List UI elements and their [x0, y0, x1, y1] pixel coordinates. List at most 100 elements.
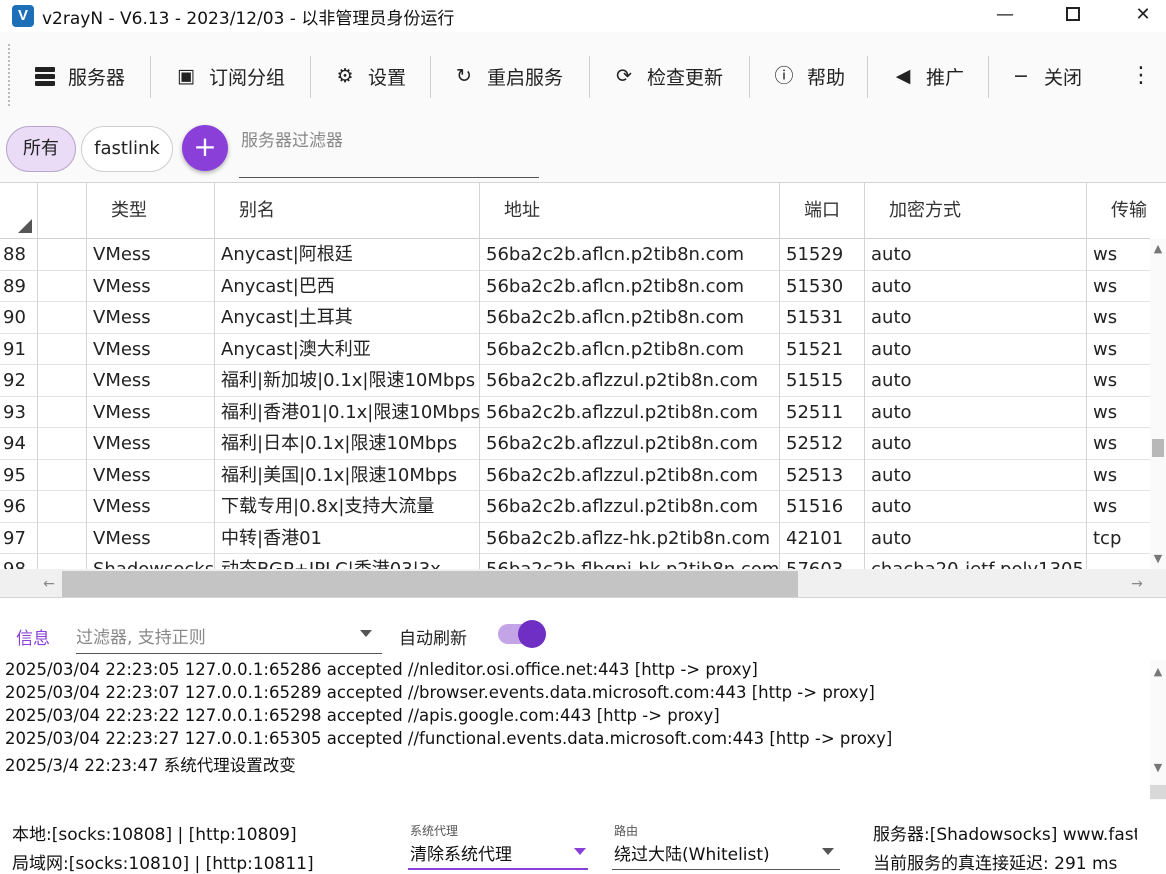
column-header-alias[interactable]: 别名	[215, 183, 480, 239]
auto-refresh-toggle[interactable]	[498, 620, 546, 648]
row-security-cell: auto	[865, 239, 1087, 271]
more-vertical-icon[interactable]: ⋮	[1130, 62, 1152, 92]
row-status-cell	[38, 333, 87, 365]
column-header-security[interactable]: 加密方式	[865, 183, 1087, 239]
log-filter-input[interactable]: 过滤器, 支持正则	[76, 618, 382, 654]
help-icon: ⓘ	[774, 65, 794, 87]
system-proxy-label: 系统代理	[410, 824, 459, 838]
select-all-corner[interactable]	[0, 183, 38, 239]
settings-button[interactable]: ⚙ 设置	[334, 52, 406, 100]
log-scroll-thumb[interactable]	[1150, 785, 1166, 799]
servers-button[interactable]: 服务器	[34, 52, 125, 100]
row-index-cell: 94	[0, 428, 38, 460]
group-chip-fastlink[interactable]: fastlink	[81, 126, 173, 172]
row-alias-cell: 下载专用|0.8x|支持大流量	[215, 491, 480, 523]
toolbar-divider	[589, 56, 590, 98]
table-row[interactable]: 90 VMess Anycast|土耳其 56ba2c2b.aflcn.p2tib8n…	[0, 302, 1150, 334]
server-table: 类型 别名 地址 端口 加密方式 传输 88 VMess Anycast|阿根廷 56…	[0, 182, 1166, 598]
gear-icon: ⚙	[336, 65, 354, 87]
group-chip-all[interactable]: 所有	[6, 126, 76, 172]
column-header-status[interactable]	[38, 183, 87, 239]
row-address-cell: 56ba2c2b.aflzz-hk.p2tib8n.com	[480, 522, 780, 554]
row-port-cell: 51530	[780, 270, 865, 302]
table-row[interactable]: 96 VMess 下载专用|0.8x|支持大流量 56ba2c2b.aflzzul.p…	[0, 491, 1150, 523]
row-port-cell: 51516	[780, 491, 865, 523]
add-group-button[interactable]: +	[182, 125, 228, 171]
routing-value: 绕过大陆(Whitelist)	[614, 845, 770, 865]
scroll-down-icon[interactable]: ▼	[1150, 551, 1166, 567]
maximize-button[interactable]	[1050, 0, 1096, 32]
row-alias-cell: 福利|美国|0.1x|限速10Mbps	[215, 459, 480, 491]
toolbar-grip[interactable]	[8, 44, 12, 106]
speaker-icon: ◀	[895, 65, 911, 87]
scroll-up-icon[interactable]: ▲	[1150, 241, 1166, 257]
close-app-button[interactable]: − 关闭	[1010, 52, 1082, 100]
table-row[interactable]: 91 VMess Anycast|澳大利亚 56ba2c2b.aflcn.p2tib8…	[0, 333, 1150, 365]
help-button[interactable]: ⓘ 帮助	[773, 52, 845, 100]
column-header-network[interactable]: 传输	[1087, 183, 1166, 239]
table-row[interactable]: 95 VMess 福利|美国|0.1x|限速10Mbps 56ba2c2b.aflzz…	[0, 459, 1150, 491]
table-horizontal-scrollbar[interactable]: ← →	[0, 569, 1166, 597]
scroll-down-icon[interactable]: ▼	[1150, 760, 1166, 776]
scroll-left-icon[interactable]: ←	[40, 575, 58, 593]
promotion-label: 推广	[926, 66, 965, 89]
routing-select[interactable]: 路由 绕过大陆(Whitelist)	[612, 822, 840, 870]
scroll-up-icon[interactable]: ▲	[1150, 664, 1166, 680]
table-vertical-scrollbar[interactable]: ▲ ▼	[1150, 239, 1166, 569]
row-security-cell: auto	[865, 396, 1087, 428]
minimize-button[interactable]: —	[982, 0, 1028, 32]
row-status-cell	[38, 522, 87, 554]
toolbar-divider	[867, 56, 868, 98]
close-icon: ✕	[1135, 4, 1151, 25]
row-alias-cell: Anycast|土耳其	[215, 302, 480, 334]
restart-service-button[interactable]: ↻ 重启服务	[453, 52, 563, 100]
promotion-button[interactable]: ◀ 推广	[892, 52, 964, 100]
chevron-down-icon	[822, 848, 834, 855]
table-hscroll-thumb[interactable]	[62, 571, 798, 597]
row-status-cell	[38, 302, 87, 334]
column-header-type[interactable]: 类型	[87, 183, 215, 239]
table-row[interactable]: 89 VMess Anycast|巴西 56ba2c2b.aflcn.p2tib8n.…	[0, 270, 1150, 302]
table-row[interactable]: 88 VMess Anycast|阿根廷 56ba2c2b.aflcn.p2tib8n…	[0, 239, 1150, 271]
restart-service-label: 重启服务	[487, 66, 564, 89]
row-security-cell: auto	[865, 365, 1087, 397]
scroll-right-icon[interactable]: →	[1128, 575, 1146, 593]
row-index-cell: 96	[0, 491, 38, 523]
toggle-knob	[518, 620, 546, 648]
local-port-info: 本地:[socks:10808] | [http:10809]	[12, 825, 297, 845]
row-port-cell: 51531	[780, 302, 865, 334]
row-index-cell: 97	[0, 522, 38, 554]
table-row[interactable]: 92 VMess 福利|新加坡|0.1x|限速10Mbps 56ba2c2b.aflz…	[0, 365, 1150, 397]
maximize-icon	[1066, 6, 1080, 21]
row-address-cell: 56ba2c2b.aflcn.p2tib8n.com	[480, 333, 780, 365]
chevron-down-icon	[574, 848, 586, 855]
table-row[interactable]: 94 VMess 福利|日本|0.1x|限速10Mbps 56ba2c2b.aflzz…	[0, 428, 1150, 460]
row-address-cell: 56ba2c2b.aflzzul.p2tib8n.com	[480, 396, 780, 428]
row-type-cell: VMess	[87, 333, 215, 365]
system-proxy-value: 清除系统代理	[410, 845, 512, 865]
row-port-cell: 51529	[780, 239, 865, 271]
current-server-info: 服务器:[Shadowsocks] www.fastlink	[873, 825, 1137, 845]
chevron-down-icon[interactable]	[360, 630, 372, 637]
system-proxy-select[interactable]: 系统代理 清除系统代理	[408, 822, 588, 870]
table-row[interactable]: 97 VMess 中转|香港01 56ba2c2b.aflzz-hk.p2tib8n.…	[0, 522, 1150, 554]
row-type-cell: VMess	[87, 491, 215, 523]
table-row[interactable]: 93 VMess 福利|香港01|0.1x|限速10Mbps 56ba2c2b.afl…	[0, 396, 1150, 428]
minus-icon: −	[1013, 65, 1029, 87]
column-header-address[interactable]: 地址	[480, 183, 780, 239]
column-header-port[interactable]: 端口	[780, 183, 865, 239]
close-window-button[interactable]: ✕	[1120, 0, 1166, 32]
check-update-button[interactable]: ⟳ 检查更新	[613, 52, 723, 100]
row-alias-cell: Anycast|阿根廷	[215, 239, 480, 271]
settings-label: 设置	[368, 66, 407, 89]
close-app-label: 关闭	[1044, 66, 1083, 89]
table-scroll-thumb[interactable]	[1152, 439, 1164, 457]
tab-info[interactable]: 信息	[16, 624, 50, 649]
row-port-cell: 42101	[780, 522, 865, 554]
log-vertical-scrollbar[interactable]: ▲ ▼	[1150, 660, 1166, 800]
toolbar-divider	[988, 56, 989, 98]
row-type-cell: VMess	[87, 365, 215, 397]
subscription-group-button[interactable]: ▣ 订阅分组	[175, 52, 285, 100]
row-index-cell: 91	[0, 333, 38, 365]
server-filter-input[interactable]: 服务器过滤器	[239, 124, 539, 178]
